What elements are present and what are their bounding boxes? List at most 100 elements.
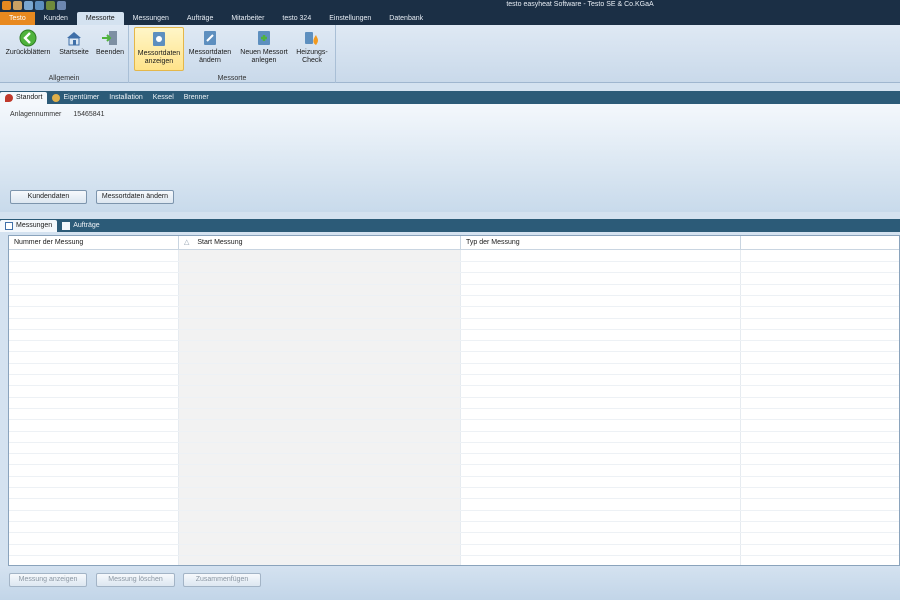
empty-row-line (9, 306, 899, 307)
customer-data-button[interactable]: Kundendaten (10, 190, 87, 204)
empty-row-line (9, 442, 899, 443)
empty-row-line (9, 498, 899, 499)
empty-row-line (9, 272, 899, 273)
empty-row-line (9, 510, 899, 511)
tab-einstellungen[interactable]: Einstellungen (320, 12, 380, 25)
measurement-tab-strip: Messungen Aufträge (0, 219, 900, 232)
exit-button[interactable]: Beenden (94, 27, 126, 71)
merge-button[interactable]: Zusammenfügen (183, 573, 261, 587)
show-location-label: Messortdaten anzeigen (137, 50, 181, 65)
column-header-spacer (741, 236, 899, 250)
empty-row-line (9, 431, 899, 432)
tab-messungen-list[interactable]: Messungen (0, 220, 58, 232)
tab-messorte[interactable]: Messorte (76, 12, 124, 25)
show-location-button[interactable]: Messortdaten anzeigen (134, 27, 184, 71)
exit-label: Beenden (95, 49, 125, 56)
heating-check-label: Heizungs- Check (296, 49, 328, 64)
tab-auftraege-list-label: Aufträge (73, 222, 100, 229)
empty-row-line (9, 261, 899, 262)
empty-row-line (9, 453, 899, 454)
empty-row-line (9, 419, 899, 420)
empty-row-line (9, 284, 899, 285)
window-title: testo easyheat Software - Testo SE & Co.… (506, 1, 654, 8)
back-button[interactable]: Zurückblättern (3, 27, 53, 71)
measurement-chart-icon (5, 222, 13, 230)
column-header-start-label: Start Messung (197, 239, 243, 246)
ribbon: Zurückblättern Startseite Beenden Allgem… (0, 25, 900, 83)
owner-icon (52, 94, 61, 102)
ribbon-group-allgemein: Zurückblättern Startseite Beenden Allgem… (0, 25, 129, 83)
empty-row-line (9, 329, 899, 330)
group-label-messorte: Messorte (217, 75, 247, 82)
column-header-typ[interactable]: Typ der Messung (461, 236, 741, 250)
tab-kunden[interactable]: Kunden (35, 12, 77, 25)
empty-row-line (9, 408, 899, 409)
title-bar: testo easyheat Software - Testo SE & Co.… (0, 0, 900, 12)
anlagennummer-label: Anlagennummer (10, 111, 62, 118)
tab-installation[interactable]: Installation (104, 92, 147, 104)
column-header-nummer[interactable]: Nummer der Messung (9, 236, 179, 250)
empty-row-line (9, 374, 899, 375)
show-measurement-button[interactable]: Messung anzeigen (9, 573, 87, 587)
table-header: Nummer der Messung △ Start Messung Typ d… (9, 236, 899, 250)
delete-measurement-button[interactable]: Messung löschen (96, 573, 175, 587)
empty-row-line (9, 521, 899, 522)
empty-row-line (9, 363, 899, 364)
tab-kessel[interactable]: Kessel (148, 92, 179, 104)
tab-eigentuemer-label: Eigentümer (63, 94, 100, 101)
new-location-label: Neuen Messort anlegen (240, 49, 288, 64)
empty-row-line (9, 487, 899, 488)
location-edit-icon (204, 31, 216, 45)
standort-icon (5, 94, 13, 102)
standort-panel: Anlagennummer 15465841 Kundendaten Messo… (0, 104, 900, 212)
measurements-table: Nummer der Messung △ Start Messung Typ d… (8, 235, 900, 566)
home-button[interactable]: Startseite (56, 27, 92, 71)
back-label: Zurückblättern (5, 49, 51, 56)
tab-datenbank[interactable]: Datenbank (380, 12, 432, 25)
heating-flame-icon (305, 32, 319, 45)
empty-row-line (9, 476, 899, 477)
tab-brenner[interactable]: Brenner (179, 92, 214, 104)
empty-row-line (9, 351, 899, 352)
location-view-icon (153, 32, 165, 46)
tab-auftraege[interactable]: Aufträge (178, 12, 222, 25)
measurement-actions: Messung anzeigen Messung löschen Zusamme… (0, 566, 900, 600)
table-body (9, 250, 899, 565)
tab-testo[interactable]: Testo (0, 12, 35, 25)
tab-standort[interactable]: Standort (0, 92, 48, 104)
empty-row-line (9, 340, 899, 341)
group-label-allgemein: Allgemein (48, 75, 80, 82)
ribbon-group-messorte: Messortdaten anzeigen Messortdaten änder… (129, 25, 336, 83)
location-tab-strip: Standort Eigentümer Installation Kessel … (0, 91, 900, 104)
empty-row-line (9, 385, 899, 386)
exit-door-icon (102, 31, 117, 45)
tab-eigentuemer[interactable]: Eigentümer (47, 92, 104, 104)
edit-location-label: Messortdaten ändern (188, 49, 232, 64)
sort-ascending-icon: △ (184, 239, 190, 246)
new-location-button[interactable]: Neuen Messort anlegen (237, 27, 291, 71)
tab-testo-324[interactable]: testo 324 (273, 12, 320, 25)
empty-row-line (9, 555, 899, 556)
tab-standort-label: Standort (16, 94, 43, 101)
empty-row-line (9, 532, 899, 533)
back-arrow-icon (19, 29, 37, 47)
tab-auftraege-list[interactable]: Aufträge (57, 220, 104, 232)
edit-location-data-button[interactable]: Messortdaten ändern (96, 190, 174, 204)
empty-row-line (9, 295, 899, 296)
location-add-icon (258, 31, 270, 45)
column-header-start[interactable]: △ Start Messung (179, 236, 461, 250)
empty-row-line (9, 544, 899, 545)
house-icon (67, 32, 81, 46)
document-icon (62, 222, 71, 230)
ribbon-tab-strip: Testo Kunden Messorte Messungen Aufträge… (0, 12, 900, 25)
home-label: Startseite (59, 49, 89, 56)
empty-row-line (9, 397, 899, 398)
tab-mitarbeiter[interactable]: Mitarbeiter (222, 12, 273, 25)
empty-row-line (9, 464, 899, 465)
empty-row-line (9, 318, 899, 319)
heating-check-button[interactable]: Heizungs- Check (293, 27, 331, 71)
anlagennummer-value: 15465841 (73, 111, 105, 118)
edit-location-button[interactable]: Messortdaten ändern (187, 27, 233, 71)
anlagennummer-row: Anlagennummer 15465841 (10, 111, 104, 118)
tab-messungen[interactable]: Messungen (124, 12, 178, 25)
